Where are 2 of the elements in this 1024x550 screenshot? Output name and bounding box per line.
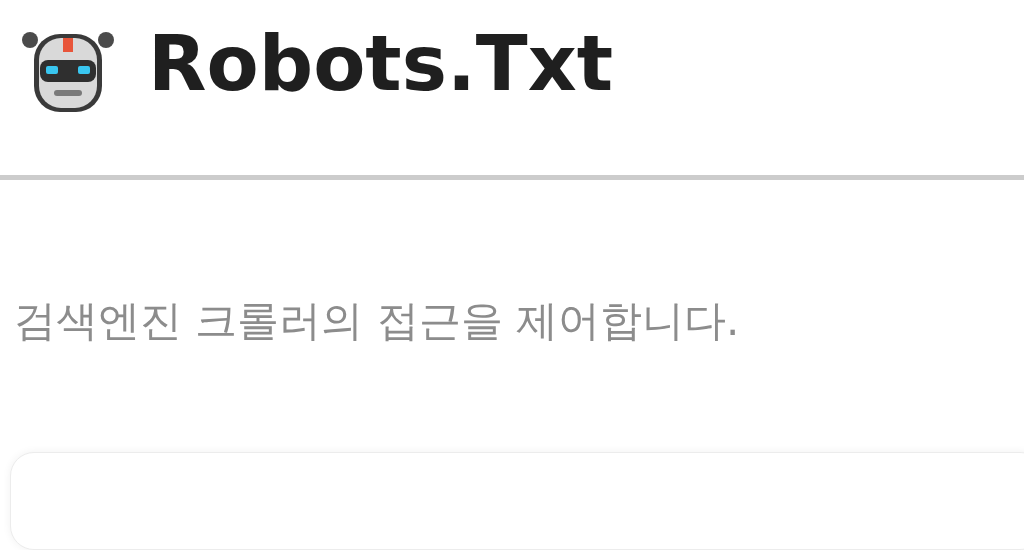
description-text: 검색엔진 크롤러의 접근을 제어합니다. <box>14 300 741 343</box>
page-title: Robots.Txt <box>148 26 613 102</box>
